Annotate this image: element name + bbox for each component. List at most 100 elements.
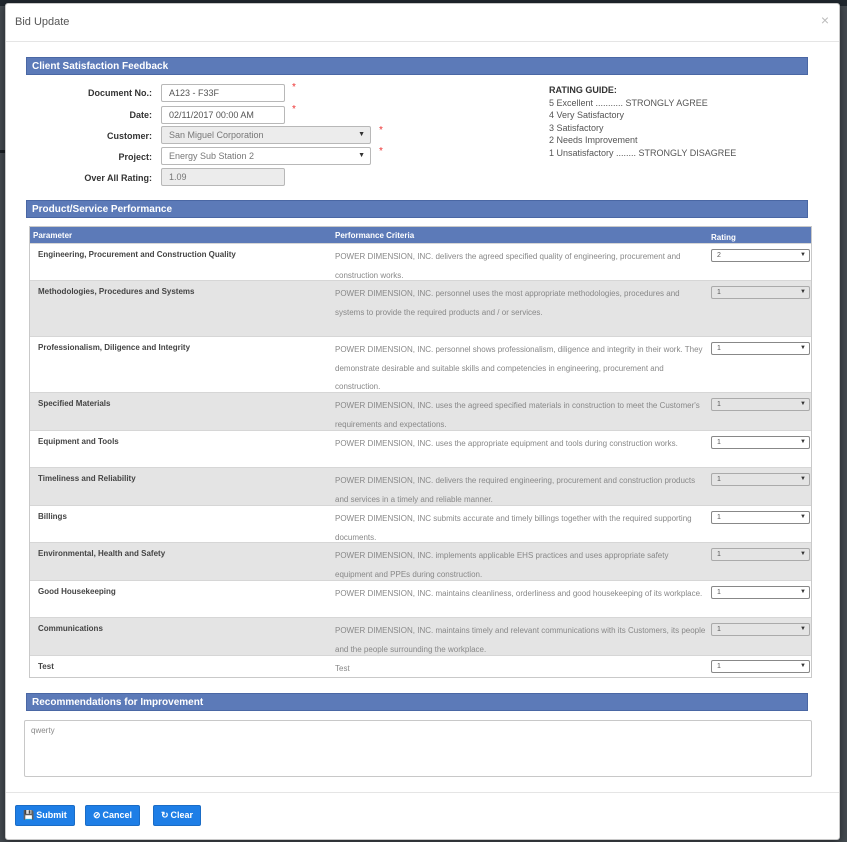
cancel-label: Cancel xyxy=(102,810,133,820)
document-no-field[interactable]: A123 - F33F xyxy=(161,84,285,102)
rating-value: 1 xyxy=(717,401,721,408)
caret-down-icon: ▼ xyxy=(800,252,806,258)
overall-rating-field: 1.09 xyxy=(161,168,285,186)
row-criteria: Test xyxy=(335,664,350,673)
date-label: Date: xyxy=(129,110,152,120)
modal-footer: 💾 Submit ⊘ Cancel ↻ Clear xyxy=(6,792,839,839)
overall-rating-label: Over All Rating: xyxy=(84,173,152,183)
row-criteria: POWER DIMENSION, INC. personnel shows pr… xyxy=(335,345,703,391)
table-row: Equipment and Tools POWER DIMENSION, INC… xyxy=(30,430,811,467)
required-marker: * xyxy=(292,104,296,115)
caret-down-icon: ▼ xyxy=(800,439,806,445)
section-client-feedback: Client Satisfaction Feedback xyxy=(26,57,808,75)
bid-update-modal: Bid Update × Client Satisfaction Feedbac… xyxy=(5,3,840,840)
customer-select-value: San Miguel Corporation xyxy=(169,130,264,140)
submit-button[interactable]: 💾 Submit xyxy=(15,805,75,826)
row-parameter: Billings xyxy=(38,512,67,521)
rating-select[interactable]: 1 ▼ xyxy=(711,660,810,673)
caret-down-icon: ▼ xyxy=(800,401,806,407)
rating-select[interactable]: 1 ▼ xyxy=(711,286,810,299)
caret-down-icon: ▼ xyxy=(800,626,806,632)
rating-guide-title: RATING GUIDE: xyxy=(549,85,617,95)
row-parameter: Environmental, Health and Safety xyxy=(38,549,166,558)
rating-select[interactable]: 1 ▼ xyxy=(711,473,810,486)
rating-value: 1 xyxy=(717,476,721,483)
modal-header: Bid Update × xyxy=(6,4,839,42)
cancel-button[interactable]: ⊘ Cancel xyxy=(85,805,141,826)
section-recommendations: Recommendations for Improvement xyxy=(26,693,808,711)
required-marker: * xyxy=(379,125,383,136)
rating-select[interactable]: 1 ▼ xyxy=(711,511,810,524)
rating-value: 1 xyxy=(717,345,721,352)
row-criteria: POWER DIMENSION, INC. uses the appropria… xyxy=(335,439,678,448)
customer-select[interactable]: San Miguel Corporation ▼ xyxy=(161,126,371,144)
caret-down-icon: ▼ xyxy=(800,663,806,669)
close-icon[interactable]: × xyxy=(821,12,829,28)
rating-select[interactable]: 1 ▼ xyxy=(711,586,810,599)
rating-value: 1 xyxy=(717,589,721,596)
row-criteria: POWER DIMENSION, INC. maintains timely a… xyxy=(335,626,706,654)
rating-select[interactable]: 1 ▼ xyxy=(711,398,810,411)
row-parameter: Timeliness and Reliability xyxy=(38,474,136,483)
rating-select[interactable]: 1 ▼ xyxy=(711,623,810,636)
ban-icon: ⊘ xyxy=(93,810,101,820)
clear-button[interactable]: ↻ Clear xyxy=(153,805,202,826)
table-row: Communications POWER DIMENSION, INC. mai… xyxy=(30,617,811,655)
rating-select[interactable]: 1 ▼ xyxy=(711,342,810,355)
rating-guide: RATING GUIDE: 5 Excellent ........... ST… xyxy=(549,84,736,159)
project-select[interactable]: Energy Sub Station 2 ▼ xyxy=(161,147,371,165)
table-row: Environmental, Health and Safety POWER D… xyxy=(30,542,811,580)
customer-label: Customer: xyxy=(106,131,152,141)
rating-select[interactable]: 2 ▼ xyxy=(711,249,810,262)
document-no-label: Document No.: xyxy=(88,88,152,98)
rating-value: 1 xyxy=(717,439,721,446)
row-parameter: Professionalism, Diligence and Integrity xyxy=(38,343,191,352)
rating-select[interactable]: 1 ▼ xyxy=(711,436,810,449)
row-parameter: Test xyxy=(38,662,54,671)
modal-title: Bid Update xyxy=(15,16,70,28)
rating-guide-line: 3 Satisfactory xyxy=(549,122,604,133)
save-icon: 💾 xyxy=(23,810,35,820)
caret-down-icon: ▼ xyxy=(800,551,806,557)
caret-down-icon: ▼ xyxy=(358,152,365,159)
row-parameter: Engineering, Procurement and Constructio… xyxy=(38,250,236,259)
row-parameter: Methodologies, Procedures and Systems xyxy=(38,287,195,296)
caret-down-icon: ▼ xyxy=(358,131,365,138)
rating-guide-line: 5 Excellent ........... STRONGLY AGREE xyxy=(549,97,708,108)
rating-value: 2 xyxy=(717,252,721,259)
date-field[interactable]: 02/11/2017 00:00 AM xyxy=(161,106,285,124)
performance-table: Parameter Performance Criteria Rating En… xyxy=(29,226,812,678)
section-performance: Product/Service Performance xyxy=(26,200,808,218)
header-parameter: Parameter xyxy=(33,231,73,240)
table-row: Timeliness and Reliability POWER DIMENSI… xyxy=(30,467,811,505)
caret-down-icon: ▼ xyxy=(800,345,806,351)
table-row: Good Housekeeping POWER DIMENSION, INC. … xyxy=(30,580,811,617)
row-criteria: POWER DIMENSION, INC. maintains cleanlin… xyxy=(335,589,703,598)
required-marker: * xyxy=(292,82,296,93)
project-select-value: Energy Sub Station 2 xyxy=(169,151,255,161)
row-parameter: Communications xyxy=(38,624,103,633)
rating-guide-line: 1 Unsatisfactory ........ STRONGLY DISAG… xyxy=(549,147,737,158)
rating-select[interactable]: 1 ▼ xyxy=(711,548,810,561)
rating-guide-line: 4 Very Satisfactory xyxy=(549,110,625,120)
table-row: Billings POWER DIMENSION, INC submits ac… xyxy=(30,505,811,542)
clear-label: Clear xyxy=(170,810,194,820)
table-row: Professionalism, Diligence and Integrity… xyxy=(30,336,811,392)
rating-guide-line: 2 Needs Improvement xyxy=(549,135,638,145)
rating-value: 1 xyxy=(717,626,721,633)
row-criteria: POWER DIMENSION, INC. implements applica… xyxy=(335,551,669,579)
table-row: Specified Materials POWER DIMENSION, INC… xyxy=(30,392,811,430)
recommendations-textarea[interactable]: qwerty xyxy=(24,720,812,777)
caret-down-icon: ▼ xyxy=(800,589,806,595)
caret-down-icon: ▼ xyxy=(800,476,806,482)
row-criteria: POWER DIMENSION, INC. delivers the requi… xyxy=(335,476,696,504)
table-row: Engineering, Procurement and Constructio… xyxy=(30,243,811,280)
table-row: Test Test 1 ▼ xyxy=(30,655,811,677)
caret-down-icon: ▼ xyxy=(800,289,806,295)
rating-value: 1 xyxy=(717,663,721,670)
header-criteria: Performance Criteria xyxy=(335,231,415,240)
table-row: Methodologies, Procedures and Systems PO… xyxy=(30,280,811,336)
table-header: Parameter Performance Criteria Rating xyxy=(30,227,811,243)
refresh-icon: ↻ xyxy=(161,810,169,820)
rating-value: 1 xyxy=(717,289,721,296)
